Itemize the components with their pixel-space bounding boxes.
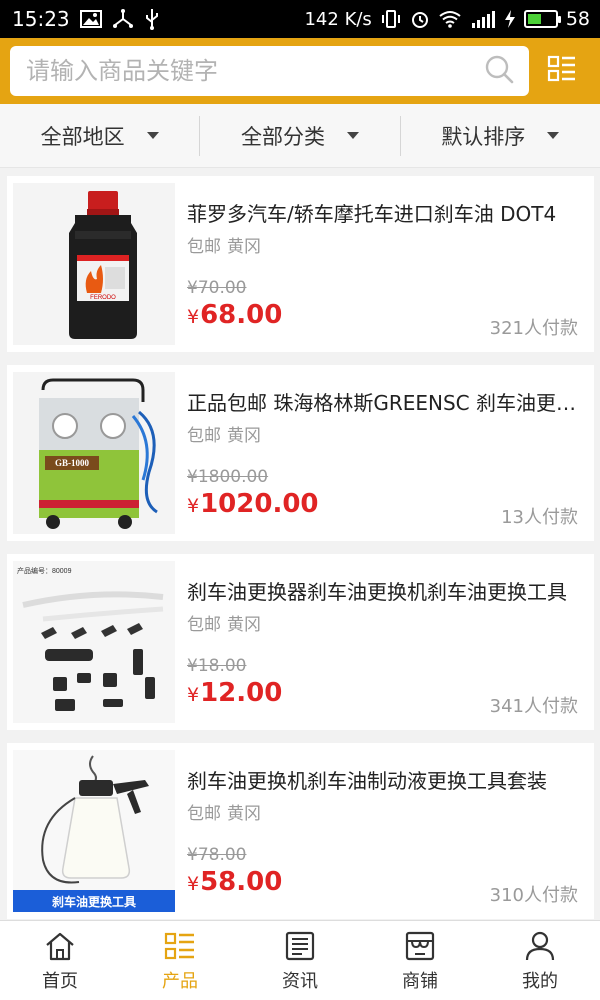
header bbox=[0, 38, 600, 104]
product-meta: 包邮 黄冈 bbox=[187, 232, 261, 257]
shipping-label: 包邮 bbox=[187, 615, 221, 635]
charging-icon bbox=[504, 9, 516, 29]
user-icon bbox=[523, 930, 557, 962]
sale-price: ¥12.00 bbox=[187, 678, 282, 708]
product-image-label: 产品编号：80009 bbox=[17, 566, 72, 575]
price-value: 12.00 bbox=[200, 678, 283, 708]
product-info: 刹车油更换器刹车油更换机刹车油更换工具 包邮 黄冈 ¥18.00 ¥12.00 3… bbox=[175, 554, 594, 730]
product-card[interactable]: 产品编号：80009 刹车油更换器刹车油更换机刹车油更换工具 包邮 黄冈 ¥18… bbox=[7, 554, 594, 730]
tab-label: 首页 bbox=[42, 971, 78, 992]
bottom-tab-bar: 首页 产品 资讯 商铺 我的 bbox=[0, 920, 600, 1000]
filter-sort[interactable]: 默认排序 bbox=[399, 115, 600, 156]
sales-count: 341人付款 bbox=[489, 696, 578, 717]
sale-price: ¥68.00 bbox=[187, 300, 282, 330]
search-icon[interactable] bbox=[483, 53, 515, 89]
product-image-bleeder-tool[interactable]: 刹车油更换工具 bbox=[13, 750, 175, 912]
sale-price: ¥1020.00 bbox=[187, 489, 319, 519]
shop-icon bbox=[403, 930, 437, 962]
net-speed: 142 K/s bbox=[304, 8, 372, 30]
currency-symbol: ¥ bbox=[187, 495, 200, 517]
product-card[interactable]: FERODO 菲罗多汽车/轿车摩托车进口刹车油 DOT4 包邮 黄冈 ¥70.00… bbox=[7, 176, 594, 352]
tab-label: 商铺 bbox=[402, 971, 438, 992]
signal-icon bbox=[470, 9, 496, 29]
product-card[interactable]: 刹车油更换工具 刹车油更换机刹车油制动液更换工具套装 包邮 黄冈 ¥78.00 ¥… bbox=[7, 743, 594, 919]
usb-icon bbox=[144, 9, 160, 30]
alarm-icon bbox=[410, 9, 430, 29]
product-meta: 包邮 黄冈 bbox=[187, 610, 261, 635]
status-time: 15:23 bbox=[12, 7, 70, 31]
shipping-label: 包邮 bbox=[187, 804, 221, 824]
filter-label: 全部地区 bbox=[40, 124, 125, 149]
list-view-icon bbox=[547, 54, 577, 88]
tab-products[interactable]: 产品 bbox=[120, 921, 240, 1000]
tab-news[interactable]: 资讯 bbox=[240, 921, 360, 1000]
shipping-label: 包邮 bbox=[187, 237, 221, 257]
product-image-label: FERODO bbox=[90, 295, 116, 301]
caret-down-icon bbox=[146, 132, 159, 139]
location-label: 黄冈 bbox=[227, 615, 261, 635]
original-price: ¥78.00 bbox=[187, 845, 247, 865]
product-meta: 包邮 黄冈 bbox=[187, 799, 261, 824]
product-info: 菲罗多汽车/轿车摩托车进口刹车油 DOT4 包邮 黄冈 ¥70.00 ¥68.00… bbox=[175, 176, 594, 352]
tab-home[interactable]: 首页 bbox=[0, 921, 120, 1000]
tab-me[interactable]: 我的 bbox=[480, 921, 600, 1000]
sales-count: 13人付款 bbox=[501, 507, 578, 528]
share-icon bbox=[112, 9, 134, 29]
currency-symbol: ¥ bbox=[187, 873, 200, 895]
product-title[interactable]: 菲罗多汽车/轿车摩托车进口刹车油 DOT4 bbox=[187, 198, 577, 227]
vibrate-icon bbox=[380, 9, 402, 29]
list-icon bbox=[163, 930, 197, 962]
search-box[interactable] bbox=[10, 46, 529, 96]
currency-symbol: ¥ bbox=[187, 684, 200, 706]
product-title[interactable]: 正品包邮 珠海格林斯GREENSC 刹车油更换机 bbox=[187, 387, 577, 416]
product-image-adapter-kit[interactable]: 产品编号：80009 bbox=[13, 561, 175, 723]
currency-symbol: ¥ bbox=[187, 306, 200, 328]
price-value: 68.00 bbox=[200, 300, 283, 330]
product-image-label: GB-1000 bbox=[55, 458, 90, 468]
product-title[interactable]: 刹车油更换机刹车油制动液更换工具套装 bbox=[187, 765, 577, 794]
product-meta: 包邮 黄冈 bbox=[187, 421, 261, 446]
tab-label: 资讯 bbox=[282, 971, 318, 992]
product-image-brake-fluid-bottle[interactable]: FERODO bbox=[13, 183, 175, 345]
original-price: ¥70.00 bbox=[187, 278, 247, 298]
location-label: 黄冈 bbox=[227, 426, 261, 446]
product-info: 正品包邮 珠海格林斯GREENSC 刹车油更换机 包邮 黄冈 ¥1800.00 ¥… bbox=[175, 365, 594, 541]
product-info: 刹车油更换机刹车油制动液更换工具套装 包邮 黄冈 ¥78.00 ¥58.00 31… bbox=[175, 743, 594, 919]
sales-count: 310人付款 bbox=[489, 885, 578, 906]
sale-price: ¥58.00 bbox=[187, 867, 282, 897]
location-label: 黄冈 bbox=[227, 237, 261, 257]
news-icon bbox=[283, 930, 317, 962]
filter-label: 默认排序 bbox=[441, 124, 526, 149]
shipping-label: 包邮 bbox=[187, 426, 221, 446]
location-label: 黄冈 bbox=[227, 804, 261, 824]
product-image-brake-fluid-machine[interactable]: GB-1000 bbox=[13, 372, 175, 534]
price-value: 1020.00 bbox=[200, 489, 319, 519]
filter-category[interactable]: 全部分类 bbox=[199, 115, 399, 156]
product-title[interactable]: 刹车油更换器刹车油更换机刹车油更换工具 bbox=[187, 576, 577, 605]
tab-label: 产品 bbox=[162, 971, 198, 992]
price-value: 58.00 bbox=[200, 867, 283, 897]
filter-bar: 全部地区 全部分类 默认排序 bbox=[0, 104, 600, 168]
product-card[interactable]: GB-1000 正品包邮 珠海格林斯GREENSC 刹车油更换机 包邮 黄冈 ¥1… bbox=[7, 365, 594, 541]
status-bar: 15:23 142 K/s 58 bbox=[0, 0, 600, 38]
home-icon bbox=[43, 930, 77, 962]
view-toggle-button[interactable] bbox=[535, 46, 590, 96]
original-price: ¥1800.00 bbox=[187, 467, 269, 487]
product-image-label: 刹车油更换工具 bbox=[52, 894, 136, 909]
battery-percent: 58 bbox=[565, 8, 590, 30]
caret-down-icon bbox=[346, 132, 359, 139]
caret-down-icon bbox=[547, 132, 560, 139]
search-input[interactable] bbox=[26, 57, 483, 85]
wifi-icon bbox=[438, 9, 462, 29]
sales-count: 321人付款 bbox=[489, 318, 578, 339]
original-price: ¥18.00 bbox=[187, 656, 247, 676]
tab-label: 我的 bbox=[522, 971, 558, 992]
gallery-icon bbox=[79, 9, 102, 29]
filter-region[interactable]: 全部地区 bbox=[0, 116, 199, 156]
tab-shop[interactable]: 商铺 bbox=[360, 921, 480, 1000]
filter-label: 全部分类 bbox=[240, 124, 325, 149]
battery-icon bbox=[523, 10, 561, 28]
